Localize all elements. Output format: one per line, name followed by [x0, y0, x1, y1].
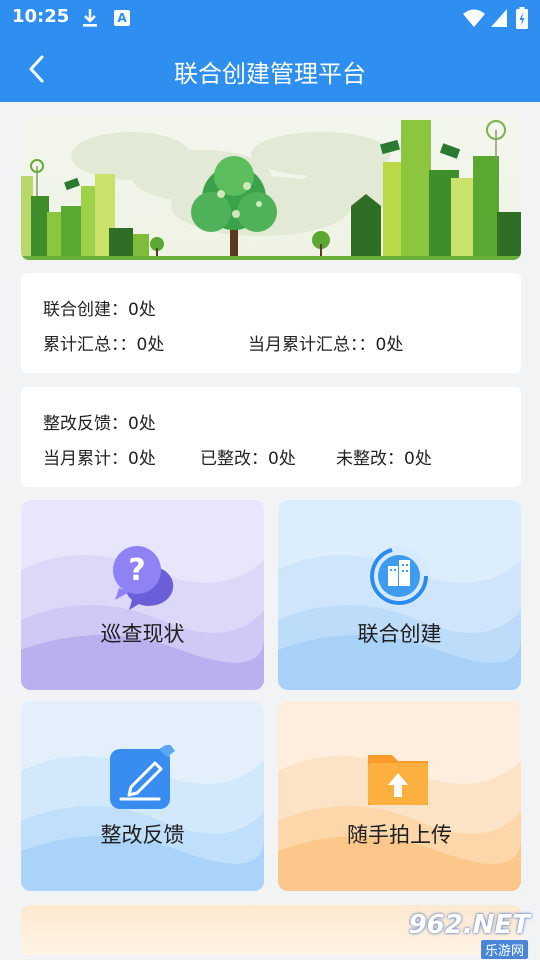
- app-header: 联合创建管理平台: [0, 36, 540, 102]
- tile-label: 整改反馈: [100, 823, 185, 847]
- building-circle-icon: [369, 546, 429, 606]
- joint-creation-summary-card: 联合创建：0处 累计汇总：：0处 当月累计汇总：：0处: [21, 273, 521, 373]
- upload-folder-icon: [368, 755, 428, 805]
- unfixed-count: 未整改：0处: [336, 449, 432, 469]
- cumulative-total: 累计汇总：：0处: [43, 335, 165, 355]
- tile-label: 巡查现状: [100, 622, 185, 646]
- tile-label: 随手拍上传: [347, 823, 452, 847]
- monthly-cumulative: 当月累计：0处: [43, 449, 156, 469]
- joint-creation-totals: 累计汇总：：0处 当月累计汇总：：0处: [43, 330, 403, 355]
- banner-illustration: [21, 116, 521, 260]
- page-title: 联合创建管理平台: [174, 60, 366, 88]
- watermark-sub: 乐游网: [480, 940, 528, 959]
- svg-text:?: ?: [128, 553, 145, 588]
- tile-rectification-feedback[interactable]: 整改反馈: [21, 701, 264, 891]
- edit-pen-icon: [110, 745, 175, 809]
- signal-icon: [491, 9, 507, 27]
- green-city-banner: [21, 116, 521, 260]
- tile-joint-creation[interactable]: 联合创建: [278, 500, 521, 690]
- site-watermark: 962.NET 乐游网: [400, 910, 536, 959]
- wifi-icon: [463, 9, 485, 27]
- joint-creation-count: 联合创建：0处: [43, 300, 156, 320]
- rectification-count: 整改反馈：0处: [43, 414, 156, 434]
- status-time: 10:25: [12, 6, 70, 27]
- rectification-summary-card: 整改反馈：0处 当月累计：0处 已整改：0处 未整改：0处: [21, 387, 521, 487]
- battery-icon: [516, 7, 528, 29]
- tile-patrol-status[interactable]: ? 巡查现状: [21, 500, 264, 690]
- download-icon: [83, 9, 97, 27]
- monthly-cumulative-total: 当月累计汇总：：0处: [248, 335, 404, 355]
- tile-snapshot-upload[interactable]: 随手拍上传: [278, 701, 521, 891]
- a-badge-icon: A: [114, 10, 130, 26]
- question-chat-icon: ?: [113, 546, 174, 610]
- rectification-breakdown: 当月累计：0处 已整改：0处 未整改：0处: [43, 444, 432, 469]
- tile-label: 联合创建: [357, 622, 442, 646]
- fixed-count: 已整改：0处: [200, 449, 296, 469]
- watermark-main: 962.NET: [408, 910, 530, 940]
- status-bar: 10:25 A: [0, 0, 540, 36]
